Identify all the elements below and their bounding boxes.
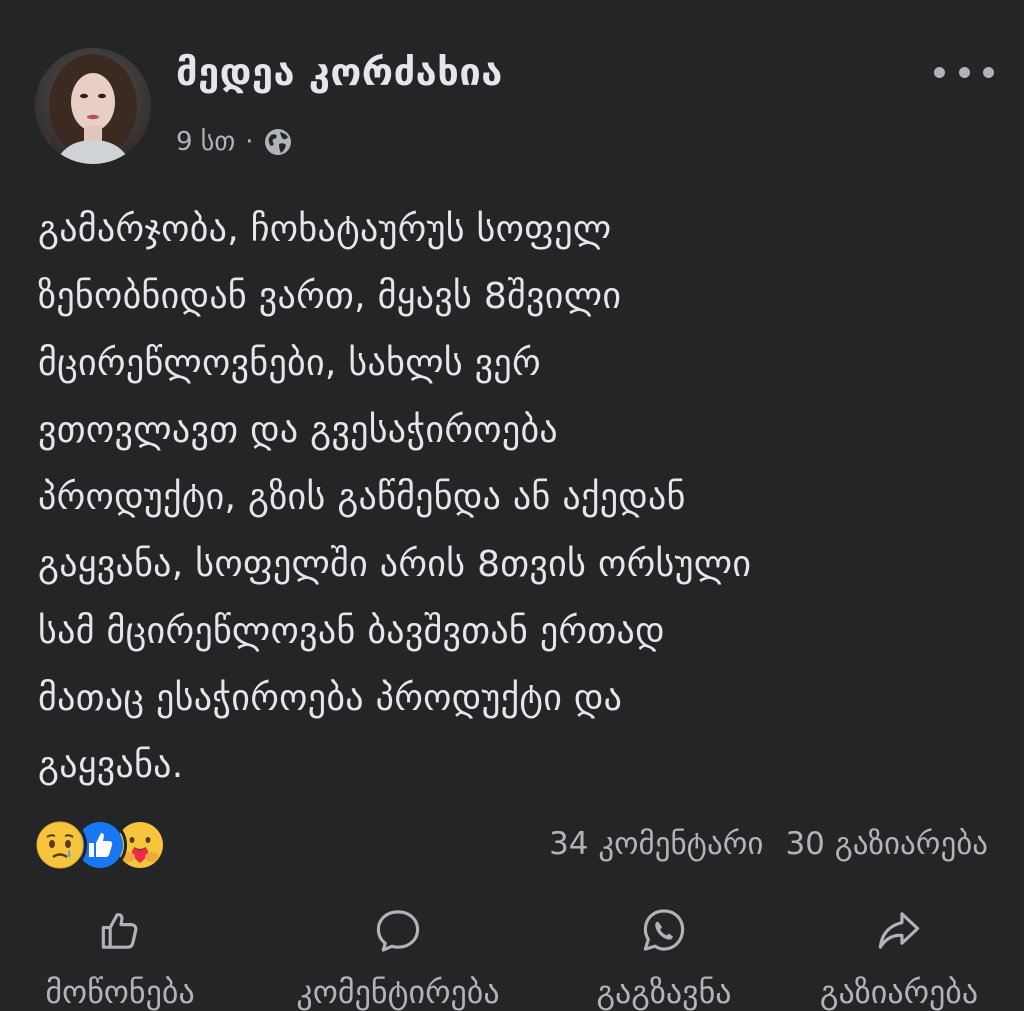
post-text-line: ვთოვლავთ და გვესაჭიროება (38, 410, 558, 451)
avatar-photo (35, 48, 151, 164)
reactions-summary[interactable] (33, 818, 167, 872)
post-text-line: გაყვანა, სოფელში არის 8თვის ორსული (38, 544, 752, 585)
whatsapp-icon (643, 909, 685, 951)
post-text-line: გაყვანა. (38, 745, 184, 786)
like-label: მოწონება (45, 973, 195, 1011)
facebook-post: მედეა კორძახია 9 სთ · გამარჯობა, ჩოხატაუ… (0, 0, 1024, 1011)
post-text-line: მათაც ესაჭიროება პროდუქტი და (38, 678, 623, 719)
globe-icon[interactable] (263, 127, 293, 157)
like-button[interactable]: მოწონება (22, 900, 218, 1011)
sad-reaction-icon (33, 818, 87, 872)
comments-count[interactable]: 34 კომენტარი (549, 826, 763, 862)
shares-count[interactable]: 30 გაზიარება (785, 826, 988, 862)
post-text-line: მცირეწლოვნები, სახლს ვერ (38, 343, 541, 384)
post-text-line: ზენობნიდან ვართ, მყავს 8შვილი (38, 276, 622, 317)
post-meta: 9 სთ · (176, 124, 293, 160)
post-text-line: პროდუქტი, გზის გაწმენდა ან აქედან (38, 477, 686, 518)
send-button[interactable]: გაგზავნა (576, 900, 752, 1011)
meta-separator: · (245, 127, 254, 157)
share-label: გაზიარება (819, 973, 979, 1011)
comment-label: კომენტირება (296, 973, 500, 1011)
thumbs-up-icon (101, 913, 138, 949)
share-arrow-icon (878, 912, 920, 949)
comment-bubble-icon (376, 910, 420, 952)
post-text: გამარჯობა, ჩოხატაურუს სოფელ ზენობნიდან ვ… (38, 196, 998, 799)
action-bar: მოწონება კომენტირება გაგზავნა გაზიარება (0, 900, 1024, 1011)
post-text-line: გამარჯობა, ჩოხატაურუს სოფელ (38, 209, 612, 250)
post-text-line: სამ მცირეწლოვან ბავშვთან ერთად (38, 611, 665, 652)
post-time[interactable]: 9 სთ (176, 127, 235, 157)
author-name[interactable]: მედეა კორძახია (176, 50, 503, 94)
send-label: გაგზავნა (596, 973, 732, 1011)
engagement-counts: 34 კომენტარი 30 გაზიარება (549, 826, 988, 862)
avatar[interactable] (35, 48, 151, 164)
share-button[interactable]: გაზიარება (794, 900, 1004, 1011)
more-options-icon[interactable] (934, 62, 994, 82)
comment-button[interactable]: კომენტირება (262, 900, 534, 1011)
